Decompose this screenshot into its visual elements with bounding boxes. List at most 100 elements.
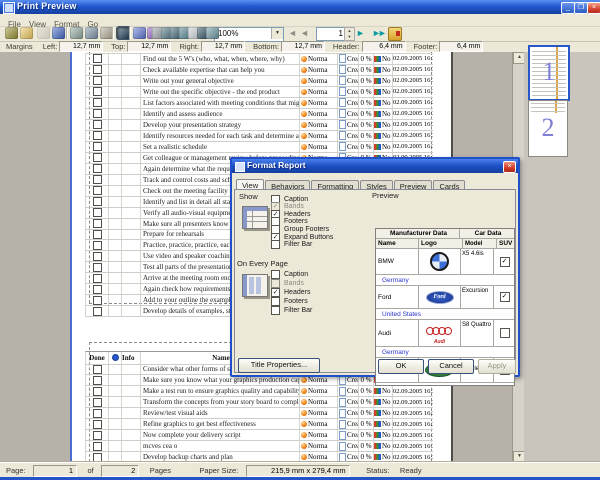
close-button[interactable]: × — [587, 2, 600, 14]
priority-icon — [301, 388, 307, 394]
customize-button-icon[interactable] — [5, 27, 18, 39]
done-checkbox[interactable] — [93, 120, 102, 129]
every-page-filter-bar-checkbox[interactable]: Filter Bar — [271, 306, 312, 314]
done-checkbox[interactable] — [93, 76, 102, 85]
margin-header-value[interactable]: 6,4 mm — [362, 41, 406, 52]
info-cell — [122, 230, 141, 240]
info-header[interactable]: Info — [122, 352, 141, 364]
done-checkbox[interactable] — [93, 153, 102, 162]
status-icon — [339, 120, 346, 129]
done-checkbox[interactable] — [93, 175, 102, 184]
page-thumbnail-2[interactable]: 2 — [528, 100, 568, 157]
minimize-button[interactable]: _ — [561, 2, 575, 14]
every-page-headers-checkbox[interactable]: ✓Headers — [271, 288, 310, 296]
suv-cell: ✓ — [494, 286, 515, 308]
checkbox-icon[interactable]: ✓ — [271, 288, 280, 297]
checkbox-icon[interactable] — [271, 240, 280, 249]
every-page-footers-checkbox[interactable]: Footers — [271, 297, 308, 305]
done-checkbox[interactable] — [93, 197, 102, 206]
title-properties-button[interactable]: Title Properties... — [238, 358, 320, 373]
done-checkbox[interactable] — [93, 54, 102, 63]
open-button-icon[interactable] — [20, 27, 33, 39]
close-preview-button[interactable] — [388, 27, 402, 41]
occurrence-icon — [374, 111, 381, 117]
occurrence-cell: No — [374, 397, 393, 407]
done-checkbox[interactable] — [93, 376, 102, 385]
done-checkbox[interactable] — [93, 307, 102, 316]
done-checkbox[interactable] — [93, 274, 102, 283]
done-checkbox[interactable] — [93, 87, 102, 96]
every-page-caption-checkbox[interactable]: Caption — [271, 270, 308, 278]
margin-right-value[interactable]: 12,7 mm — [201, 41, 245, 52]
page-number-input[interactable]: 1 — [316, 27, 346, 41]
page-number-spinner[interactable]: ▲▼ — [344, 27, 355, 41]
last-page-button[interactable]: ►► — [372, 28, 384, 39]
done-checkbox[interactable] — [93, 296, 102, 305]
ok-button[interactable]: OK — [378, 359, 424, 374]
checkbox-icon[interactable] — [271, 297, 280, 306]
done-checkbox[interactable] — [93, 98, 102, 107]
occurrence-text: No — [382, 442, 391, 450]
priority-value-cell: Norma — [300, 98, 338, 108]
checkbox-icon[interactable] — [271, 306, 280, 315]
done-checkbox[interactable] — [93, 164, 102, 173]
done-checkbox[interactable] — [93, 252, 102, 261]
done-checkbox[interactable] — [93, 186, 102, 195]
done-checkbox[interactable] — [93, 241, 102, 250]
status-text: Crea — [347, 77, 359, 85]
suv-checkbox[interactable] — [500, 328, 510, 338]
margin-bottom-value[interactable]: 12,7 mm — [281, 41, 325, 52]
done-checkbox[interactable] — [93, 453, 102, 462]
suv-checkbox[interactable]: ✓ — [500, 257, 510, 267]
done-checkbox[interactable] — [93, 219, 102, 228]
export-button-icon[interactable] — [52, 27, 65, 39]
quick-print-button-icon[interactable] — [85, 27, 98, 39]
done-checkbox[interactable] — [93, 263, 102, 272]
done-cell — [86, 408, 109, 418]
done-checkbox[interactable] — [93, 65, 102, 74]
margin-footer-value[interactable]: 6,4 mm — [439, 41, 483, 52]
checkbox-icon[interactable] — [271, 270, 280, 279]
done-checkbox[interactable] — [93, 398, 102, 407]
priority-cell — [109, 109, 122, 119]
suv-checkbox[interactable]: ✓ — [500, 292, 510, 302]
maximize-button[interactable]: ❐ — [574, 2, 588, 14]
priority-cell — [109, 76, 122, 86]
occurrence-icon — [374, 100, 381, 106]
priority-text: Norma — [308, 55, 327, 63]
next-page-button[interactable]: ► — [356, 28, 365, 39]
margin-top-value[interactable]: 12,7 mm — [127, 41, 171, 52]
date-cell: 02.09.2005 16:34 — [393, 87, 433, 97]
apply-button[interactable]: Apply — [478, 359, 516, 374]
status-icon — [339, 54, 346, 63]
cancel-button[interactable]: Cancel — [428, 359, 474, 374]
done-checkbox[interactable] — [93, 208, 102, 217]
dialog-close-icon[interactable]: × — [503, 161, 516, 173]
view-continuous-button-icon[interactable] — [206, 27, 219, 39]
margin-left-value[interactable]: 12,7 mm — [59, 41, 103, 52]
done-checkbox[interactable] — [93, 365, 102, 374]
done-checkbox[interactable] — [93, 409, 102, 418]
priority-header[interactable] — [109, 352, 122, 364]
done-checkbox[interactable] — [93, 131, 102, 140]
done-checkbox[interactable] — [93, 142, 102, 151]
page-thumbnail-1[interactable]: 1 — [528, 45, 570, 101]
done-checkbox[interactable] — [93, 285, 102, 294]
done-checkbox[interactable] — [93, 230, 102, 239]
date-cell: 02.09.2005 16:34 — [393, 65, 433, 75]
done-checkbox[interactable] — [93, 109, 102, 118]
done-checkbox[interactable] — [93, 420, 102, 429]
done-checkbox[interactable] — [93, 387, 102, 396]
status-text: Crea — [347, 420, 359, 428]
checkbox-label: Headers — [284, 211, 310, 218]
done-checkbox[interactable] — [93, 431, 102, 440]
zoom-combobox[interactable]: 100% ▼ — [214, 27, 284, 42]
done-header[interactable]: Done — [86, 352, 109, 364]
chevron-down-icon[interactable]: ▼ — [271, 28, 283, 39]
dialog-title-bar[interactable]: Format Report × — [232, 159, 518, 173]
scale-button-icon[interactable] — [133, 27, 146, 39]
print-button-icon[interactable] — [70, 27, 83, 39]
done-checkbox[interactable] — [93, 442, 102, 451]
audi-rings — [425, 322, 455, 340]
show-filter-bar-checkbox[interactable]: Filter Bar — [271, 241, 312, 249]
